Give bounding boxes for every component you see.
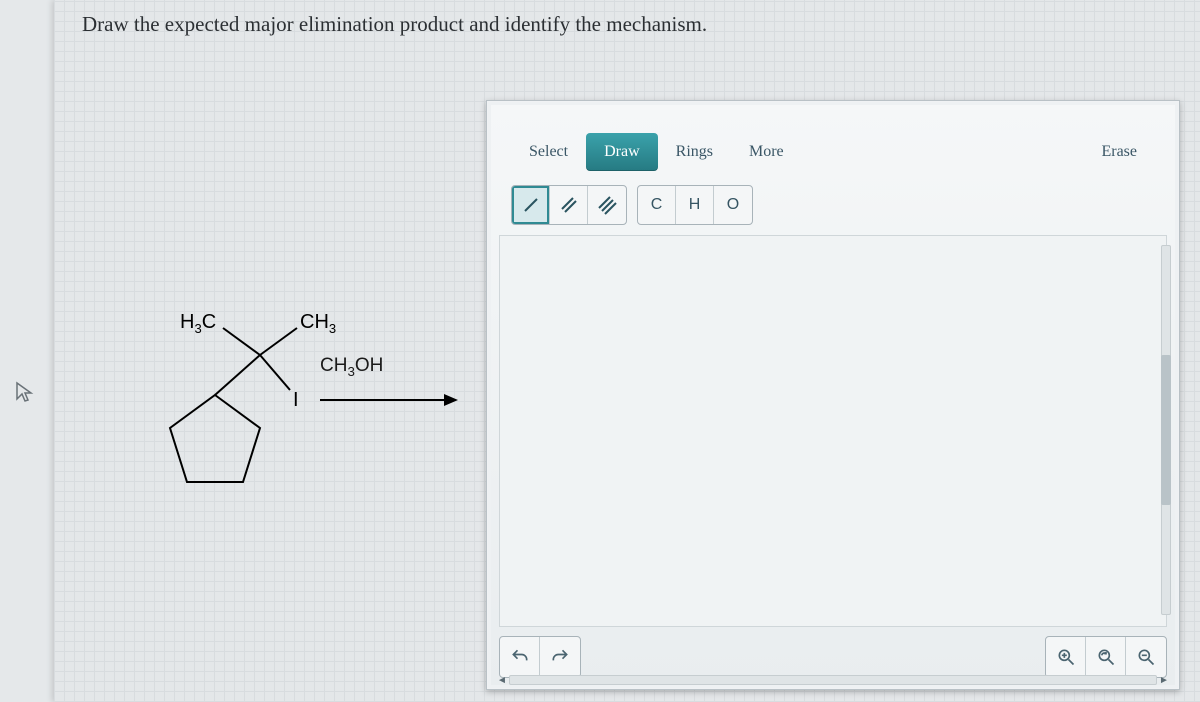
atom-button-group: C H O: [637, 185, 753, 225]
zoom-reset-button[interactable]: [1086, 637, 1126, 677]
editor-inner: Select Draw Rings More Erase: [491, 105, 1175, 685]
erase-tool-button[interactable]: Erase: [1083, 133, 1155, 171]
undo-button[interactable]: [500, 637, 540, 677]
svg-text:I: I: [293, 389, 299, 411]
bond-button-group: [511, 185, 627, 225]
select-tool-button[interactable]: Select: [511, 133, 586, 171]
drawing-canvas[interactable]: [499, 235, 1167, 627]
svg-text:H3C: H3C: [180, 311, 216, 336]
carbon-atom-button[interactable]: C: [638, 186, 676, 224]
single-bond-button[interactable]: [512, 186, 550, 224]
double-bond-button[interactable]: [550, 186, 588, 224]
reactant-structure: H3C CH3 I: [120, 300, 480, 520]
molecule-svg: H3C CH3 I: [120, 300, 480, 520]
toolbar-sub: C H O: [511, 185, 753, 225]
vertical-scrollbar[interactable]: [1159, 235, 1173, 625]
toolbar-top: Select Draw Rings More Erase: [511, 131, 1155, 173]
question-text: Draw the expected major elimination prod…: [82, 12, 707, 37]
rings-tool-button[interactable]: Rings: [658, 133, 731, 171]
zoom-out-button[interactable]: [1126, 637, 1166, 677]
redo-button[interactable]: [540, 637, 580, 677]
structure-editor: Select Draw Rings More Erase: [486, 100, 1180, 690]
zoom-button-group: [1045, 636, 1167, 678]
oxygen-atom-button[interactable]: O: [714, 186, 752, 224]
reagent-label: CH3OH: [320, 355, 383, 379]
triple-bond-button[interactable]: [588, 186, 626, 224]
history-button-group: [499, 636, 581, 678]
draw-tool-button[interactable]: Draw: [586, 133, 658, 171]
reaction-arrow: [318, 390, 458, 410]
horizontal-scroll-track: [509, 675, 1157, 685]
scroll-left-arrow[interactable]: ◄: [495, 673, 509, 687]
zoom-in-button[interactable]: [1046, 637, 1086, 677]
vertical-scroll-thumb[interactable]: [1161, 355, 1171, 505]
horizontal-scrollbar[interactable]: ◄ ►: [495, 673, 1171, 687]
svg-text:CH3: CH3: [300, 311, 336, 336]
hydrogen-atom-button[interactable]: H: [676, 186, 714, 224]
more-tool-button[interactable]: More: [731, 133, 802, 171]
scroll-right-arrow[interactable]: ►: [1157, 673, 1171, 687]
cursor-icon: [12, 380, 38, 406]
